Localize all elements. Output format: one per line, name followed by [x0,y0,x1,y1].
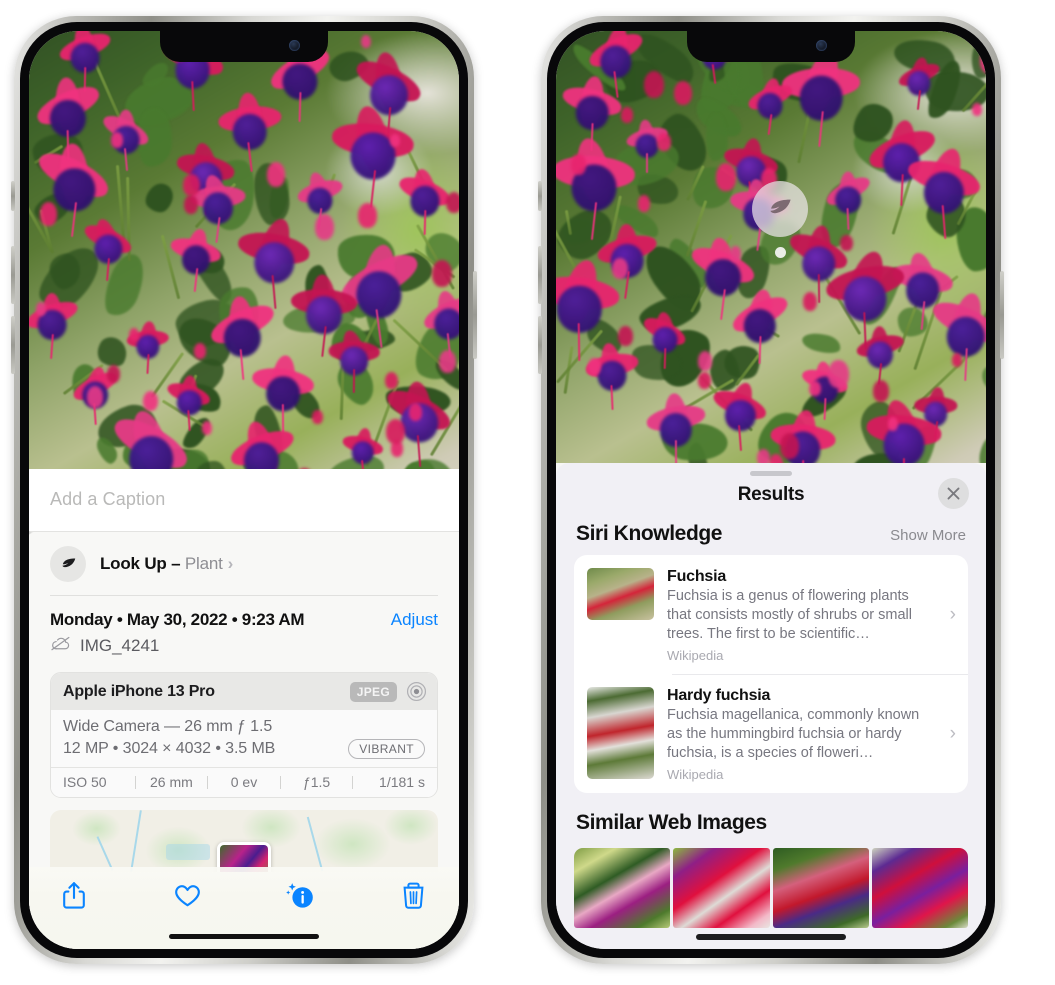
look-up-dash: – [166,554,185,573]
look-up-label: Look Up – Plant › [100,554,233,574]
volume-down-button[interactable] [538,316,542,374]
heart-icon[interactable] [172,879,202,911]
share-icon[interactable] [59,879,89,911]
siri-knowledge-card: Fuchsia Fuchsia is a genus of flowering … [574,555,968,793]
siri-knowledge-header: Siri Knowledge Show More [556,522,986,555]
notch [160,31,328,62]
look-up-subject: Plant [184,554,223,573]
exif-row: ISO 50 26 mm 0 ev ƒ1.5 1/181 s [51,767,437,797]
siri-knowledge-title: Siri Knowledge [576,522,723,545]
photo-viewer[interactable] [556,31,986,463]
exif-iso: ISO 50 [63,774,107,790]
knowledge-description: Fuchsia is a genus of flowering plants t… [667,588,912,642]
file-format-badge: JPEG [349,681,397,702]
chevron-right-icon: › [949,604,956,626]
exif-shutter-speed: 1/181 s [379,774,425,790]
front-camera-icon [816,40,827,51]
photo-viewer[interactable] [29,31,459,469]
caption-input[interactable]: Add a Caption [50,489,438,510]
icloud-slash-icon [50,636,71,656]
camera-card-header: Apple iPhone 13 Pro JPEG [51,673,437,710]
similar-web-images-strip[interactable] [556,847,986,928]
results-title: Results [737,484,805,505]
map-water [166,844,211,861]
camera-specs-line: 12 MP • 3024 × 4032 • 3.5 MB [63,740,276,757]
notch [687,31,855,62]
results-header: Results [556,476,986,522]
power-button[interactable] [473,271,477,359]
photographic-style-badge: VIBRANT [348,739,425,759]
look-up-row[interactable]: ✦ ✦ Look Up – Plant› [29,525,459,595]
knowledge-source: Wikipedia [667,766,724,782]
knowledge-title: Hardy fuchsia [667,686,771,704]
camera-lens-line: Wide Camera — 26 mm ƒ 1.5 [63,718,273,735]
exif-exposure-bias: 0 ev [230,774,258,790]
knowledge-row[interactable]: Hardy fuchsia Fuchsia magellanica, commo… [574,673,968,793]
mute-switch[interactable] [538,181,542,211]
trash-icon[interactable] [399,879,429,911]
leaf-icon [50,546,86,582]
left-iphone-device: Add a Caption ✦ ✦ Look Up – Plant› [11,16,477,964]
visual-lookup-badge[interactable] [752,181,808,258]
web-image-thumbnail[interactable] [673,847,770,928]
knowledge-thumbnail [587,568,654,620]
knowledge-title: Fuchsia [667,568,727,585]
left-phone-screen: Add a Caption ✦ ✦ Look Up – Plant› [29,31,459,949]
close-icon [947,487,960,500]
chevron-right-icon: › [227,554,234,573]
left-phone-bezel: Add a Caption ✦ ✦ Look Up – Plant› [20,22,468,958]
badge-anchor-dot [774,247,786,258]
caption-field-row[interactable]: Add a Caption [29,469,459,532]
web-image-thumbnail[interactable] [574,847,671,928]
volume-up-button[interactable] [11,246,15,304]
web-image-thumbnail[interactable] [772,847,869,928]
sparkle-large-icon: ✦ [29,525,34,542]
photo-datetime: Monday • May 30, 2022 • 9:23 AM [50,610,305,629]
aperture-icon [406,681,427,702]
volume-down-button[interactable] [11,316,15,374]
web-image-thumbnail[interactable] [871,847,968,928]
info-sparkle-icon[interactable] [286,879,316,911]
look-up-title: Look Up [100,554,167,573]
knowledge-description: Fuchsia magellanica, commonly known as t… [667,706,920,761]
home-indicator[interactable] [169,934,319,939]
home-indicator[interactable] [696,934,846,940]
chevron-right-icon: › [949,723,956,745]
right-phone-screen: Results Siri Knowledge Show More Fuchsia… [556,31,986,949]
close-button[interactable] [938,478,969,509]
similar-web-images-header: Similar Web Images [556,793,986,844]
power-button[interactable] [1000,271,1004,359]
photo-info-sheet: Add a Caption ✦ ✦ Look Up – Plant› [29,469,459,949]
datetime-block: Monday • May 30, 2022 • 9:23 AM Adjust I… [29,596,459,668]
adjust-button[interactable]: Adjust [391,610,438,630]
camera-info-card: Apple iPhone 13 Pro JPEG Wide Camera — 2… [50,672,438,798]
right-phone-bezel: Results Siri Knowledge Show More Fuchsia… [547,22,995,958]
front-camera-icon [289,40,300,51]
leaf-icon [752,181,808,237]
exif-aperture: ƒ1.5 [302,774,331,790]
knowledge-thumbnail [587,686,654,779]
visual-lookup-results-sheet: Results Siri Knowledge Show More Fuchsia… [556,463,986,949]
knowledge-row[interactable]: Fuchsia Fuchsia is a genus of flowering … [574,555,968,674]
knowledge-source: Wikipedia [667,647,724,663]
photo-filename: IMG_4241 [80,636,160,655]
right-iphone-device: Results Siri Knowledge Show More Fuchsia… [538,16,1004,964]
exif-focal-length: 26 mm [149,774,193,790]
camera-card-body: Wide Camera — 26 mm ƒ 1.5 12 MP • 3024 ×… [51,710,437,767]
similar-web-images-title: Similar Web Images [576,810,767,834]
volume-up-button[interactable] [538,246,542,304]
mute-switch[interactable] [11,181,15,211]
screenshot-stage: Add a Caption ✦ ✦ Look Up – Plant› [0,0,1055,985]
camera-model: Apple iPhone 13 Pro [63,682,215,700]
photo-location-map[interactable] [50,810,438,872]
show-more-button[interactable]: Show More [890,527,966,544]
